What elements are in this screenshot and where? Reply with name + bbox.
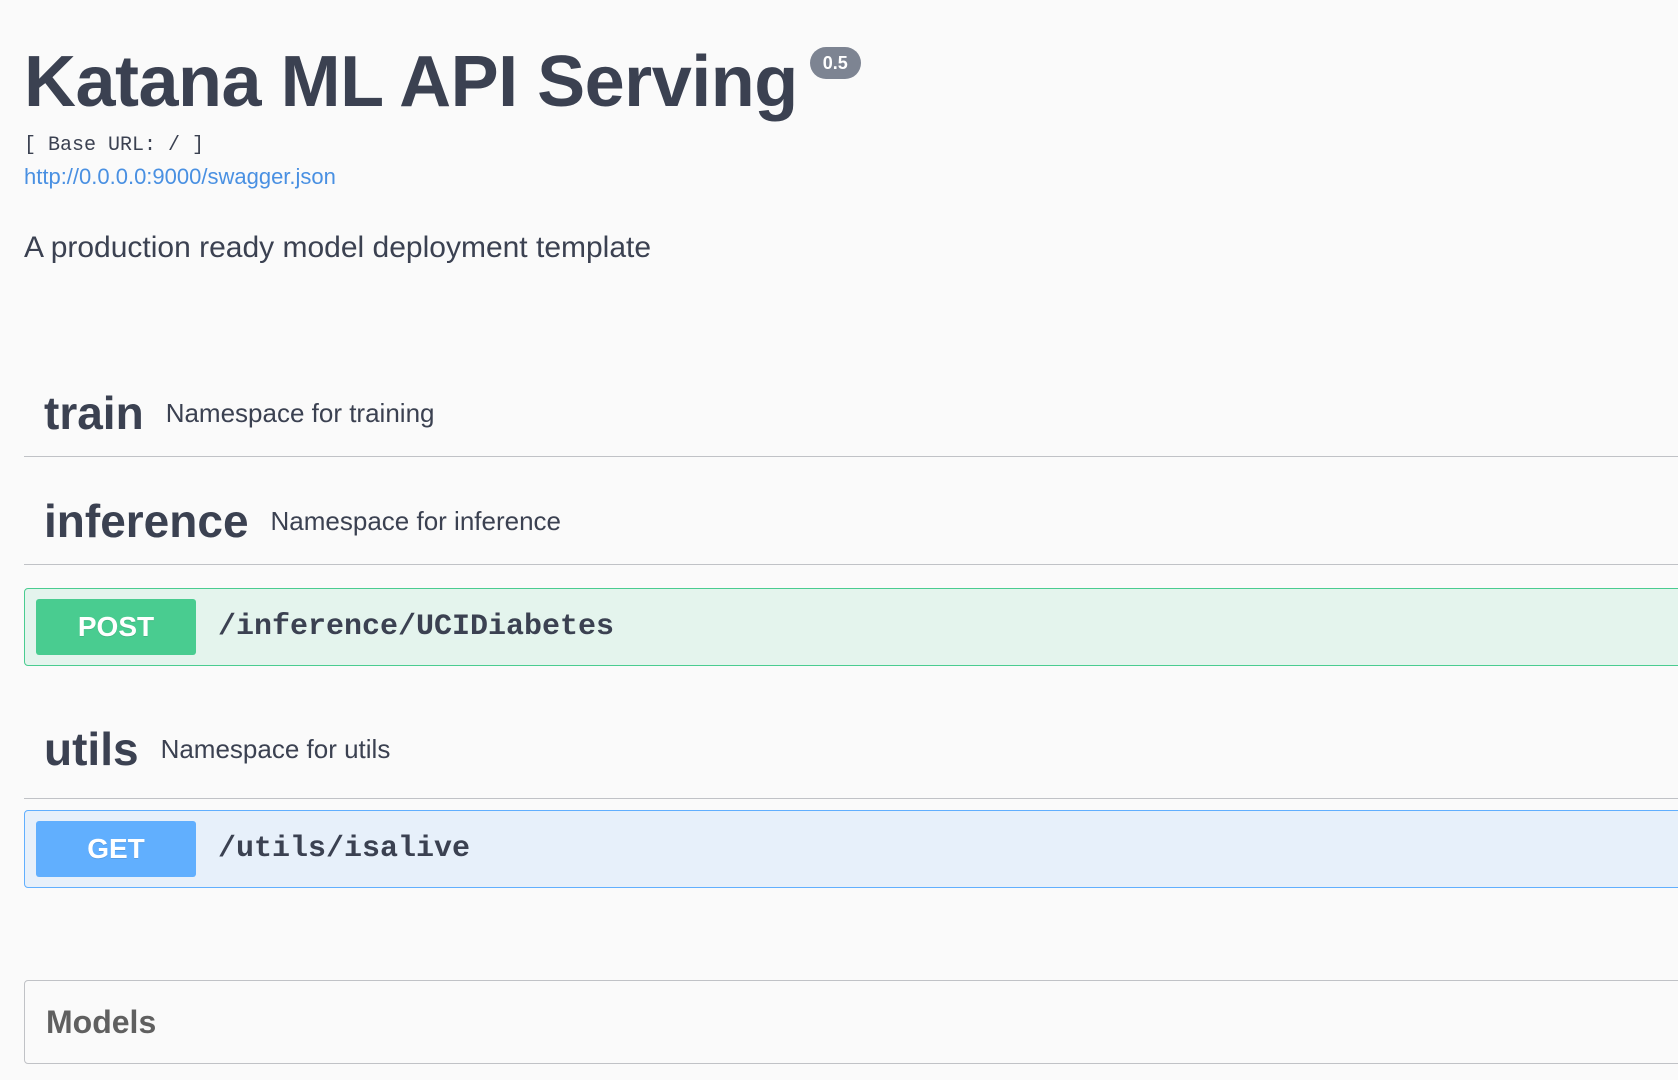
operation-post-inference-ucidiabetes[interactable]: POST /inference/UCIDiabetes [24,588,1678,666]
models-section[interactable]: Models [24,980,1678,1064]
swagger-ui-page: Katana ML API Serving 0.5 [ Base URL: / … [0,0,1678,1080]
api-description: A production ready model deployment temp… [24,231,652,264]
title-row: Katana ML API Serving 0.5 [24,44,1664,120]
tag-description: Namespace for utils [160,733,391,764]
models-title: Models [46,1003,157,1040]
api-title: Katana ML API Serving [24,42,798,122]
operation-path: /utils/isalive [218,832,471,866]
tag-utils[interactable]: utils Namespace for utils [24,700,1678,799]
method-badge-get: GET [36,821,196,877]
tag-description: Namespace for inference [270,505,562,536]
tag-name: inference [44,495,249,547]
tag-name: utils [44,723,139,775]
base-url: [ Base URL: / ] [24,134,205,157]
swagger-json-link[interactable]: http://0.0.0.0:9000/swagger.json [24,164,336,190]
tag-inference[interactable]: inference Namespace for inference [24,478,1678,565]
version-badge: 0.5 [809,47,861,79]
operation-path: /inference/UCIDiabetes [218,610,615,644]
api-info: Katana ML API Serving 0.5 [ Base URL: / … [24,44,1664,266]
operation-get-utils-isalive[interactable]: GET /utils/isalive [24,810,1678,888]
tag-train[interactable]: train Namespace for training [24,370,1678,457]
method-badge-post: POST [36,599,196,655]
tag-name: train [44,387,144,439]
tag-description: Namespace for training [165,397,435,428]
